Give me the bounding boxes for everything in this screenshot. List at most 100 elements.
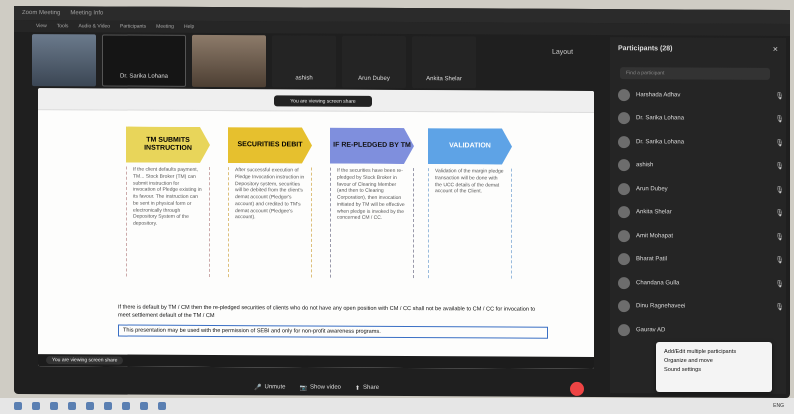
participant-row[interactable]: Arun Dubey 🎙 [618, 177, 784, 201]
menu-tools[interactable]: Tools [57, 23, 69, 29]
flow-step-header: SECURITIES DEBIT [228, 127, 312, 163]
explorer-icon[interactable] [86, 402, 94, 410]
flow-step-header: TM SUBMITS INSTRUCTION [126, 127, 210, 163]
participant-row[interactable]: Dr. Sarika Lohana 🎙 [618, 130, 784, 154]
participant-row[interactable]: Dr. Sarika Lohana 🎙 [618, 107, 784, 131]
avatar [618, 206, 630, 219]
mic-muted-icon: 🎙 [775, 139, 784, 147]
start-icon[interactable] [14, 402, 22, 410]
chrome-icon[interactable] [158, 402, 166, 410]
meeting-controls: 🎤 Unmute 📷 Show video ⬆ Share [254, 379, 584, 397]
video-tile[interactable] [32, 34, 96, 87]
zoom-window: Zoom Meeting Meeting Info View Tools Aud… [14, 5, 790, 399]
participant-name: Amit Mohapat [636, 232, 674, 240]
video-tile-ankita[interactable]: Ankita Shelar [412, 36, 476, 89]
unmute-button[interactable]: 🎤 Unmute [254, 384, 286, 391]
participant-search-input[interactable]: Find a participant [620, 67, 770, 80]
flow-step-body: If the securities have been re-pledged b… [330, 167, 414, 279]
participant-name: Gaurav AD [636, 326, 666, 334]
share-bottom-bar: You are viewing screen share [38, 354, 594, 370]
mic-muted-icon: 🎙 [775, 210, 784, 218]
avatar [618, 159, 630, 172]
avatar [618, 300, 630, 313]
participant-row[interactable]: Chandana Gulla 🎙 [618, 271, 784, 295]
video-tile-arun[interactable]: Arun Dubey [342, 35, 406, 89]
avatar [618, 182, 630, 195]
windows-taskbar: ENG [0, 398, 794, 414]
participant-row[interactable]: Amit Mohapat 🎙 [618, 224, 784, 248]
participant-row[interactable]: Gaurav AD [618, 318, 784, 342]
participant-name: Dinu Ragnehaveei [636, 303, 686, 310]
participants-more-menu: Add/Edit multiple participants Organize … [656, 342, 772, 392]
avatar [618, 276, 630, 289]
avatar [618, 253, 630, 266]
participants-panel: Participants (28) × Find a participant H… [610, 37, 786, 395]
video-tile[interactable] [192, 34, 266, 88]
video-tile-ashish[interactable]: ashish [272, 35, 336, 88]
leave-button[interactable] [570, 381, 584, 396]
shared-screen: You are viewing screen share TM SUBMITS … [38, 88, 594, 370]
flow-step-body: After successful execution of Pledge Inv… [228, 167, 312, 278]
mic-muted-icon: 🎙 [775, 257, 784, 265]
menu-item[interactable]: Sound settings [664, 366, 764, 375]
avatar [618, 88, 630, 101]
layout-button[interactable]: Layout [552, 49, 573, 56]
system-tray-language[interactable]: ENG [773, 403, 784, 409]
store-icon[interactable] [104, 402, 112, 410]
taskview-icon[interactable] [50, 402, 58, 410]
tile-label: Ankita Shelar [426, 76, 462, 83]
edge-icon[interactable] [68, 402, 76, 410]
menu-participants[interactable]: Participants [120, 24, 146, 30]
tile-label: Arun Dubey [358, 75, 390, 82]
avatar [618, 323, 630, 336]
participant-name: Chandana Gulla [636, 279, 680, 287]
menu-meeting[interactable]: Meeting [156, 24, 174, 30]
participant-name: Dr. Sarika Lohana [636, 138, 685, 146]
participant-row[interactable]: Ankita Shelar 🎙 [618, 201, 784, 225]
tile-label: Dr. Sarika Lohana [119, 73, 169, 80]
participant-row[interactable]: Bharat Patil 🎙 [618, 248, 784, 272]
mic-muted-icon: 🎙 [775, 280, 784, 288]
photo-of-monitor: Zoom Meeting Meeting Info View Tools Aud… [0, 0, 794, 414]
flow-step-3: IF RE-PLEDGED BY TM If the securities ha… [330, 128, 414, 279]
participant-name: ashish [636, 162, 654, 169]
menu-view[interactable]: View [36, 23, 47, 29]
share-status-pill[interactable]: You are viewing screen share [274, 95, 372, 107]
participant-row[interactable]: Harshada Adhav 🎙 [618, 83, 784, 107]
share-button[interactable]: ⬆ Share [355, 384, 379, 391]
participant-name: Dr. Sarika Lohana [636, 115, 685, 122]
menu-help[interactable]: Help [184, 24, 194, 30]
menu-item[interactable]: Add/Edit multiple participants [664, 348, 764, 357]
flow-step-4: VALIDATION Validation of the margin pled… [428, 128, 512, 279]
close-icon[interactable]: × [773, 44, 778, 54]
share-label: Share [363, 384, 380, 391]
avatar [618, 112, 630, 125]
flow-step-body: Validation of the margin pledge transact… [428, 168, 512, 279]
participant-name: Ankita Shelar [636, 209, 672, 216]
slide-note: If there is default by TM / CM then the … [118, 304, 536, 319]
video-tile-sarika[interactable]: Dr. Sarika Lohana [102, 34, 186, 87]
participant-row[interactable]: Dinu Ragnehaveei 🎙 [618, 295, 784, 319]
camera-off-icon: 📷 [299, 384, 307, 392]
participants-title: Participants (28) [618, 45, 673, 53]
mail-icon[interactable] [122, 402, 130, 410]
share-screen-icon: ⬆ [355, 385, 361, 392]
show-video-label: Show video [309, 384, 342, 391]
mic-muted-icon: 🎙 [775, 92, 784, 100]
avatar [618, 229, 630, 242]
share-bottom-pill[interactable]: You are viewing screen share [46, 356, 124, 365]
video-strip: Dr. Sarika Lohana ashish Arun Dubey Anki… [32, 34, 612, 89]
unmute-label: Unmute [264, 384, 286, 391]
participant-row[interactable]: ashish 🎙 [618, 154, 784, 178]
tile-label: ashish [295, 75, 313, 82]
zoom-icon[interactable] [140, 402, 148, 410]
search-icon[interactable] [32, 402, 40, 410]
meeting-info[interactable]: Meeting Info [70, 10, 103, 16]
flow-step-2: SECURITIES DEBIT After successful execut… [228, 127, 312, 278]
show-video-button[interactable]: 📷 Show video [300, 384, 342, 391]
menu-audio-video[interactable]: Audio & Video [78, 23, 110, 29]
menu-item[interactable]: Organize and move [664, 357, 764, 366]
mic-muted-icon: 🎙 [775, 116, 784, 124]
mic-muted-icon: 🎙 [775, 163, 784, 171]
participant-list: Harshada Adhav 🎙 Dr. Sarika Lohana 🎙 Dr. S… [618, 83, 784, 342]
